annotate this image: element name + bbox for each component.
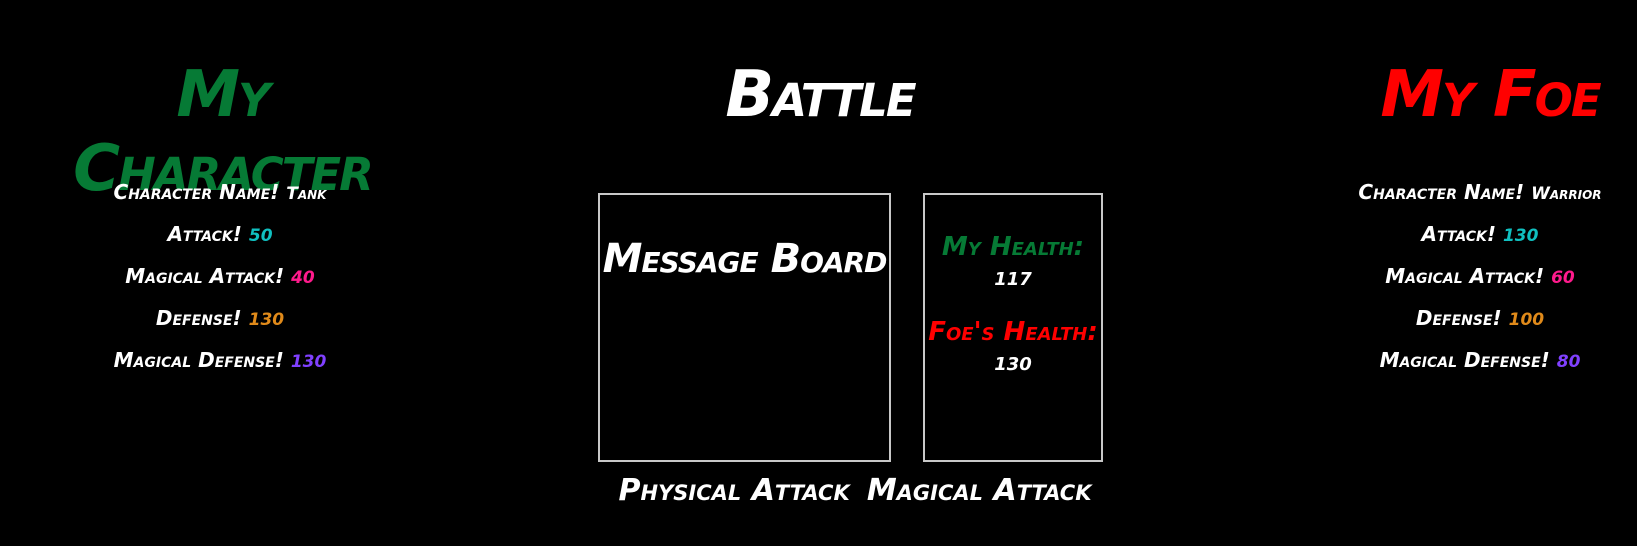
- health-panel: My Health: 117 Foe's Health: 130: [923, 193, 1103, 462]
- stat-magical-attack: Magical Attack! 60: [1260, 256, 1637, 298]
- action-buttons: Physical Attack Magical Attack: [560, 473, 1150, 508]
- stat-character-name: Character Name! Tank: [0, 172, 440, 214]
- my-foe-stats: Character Name! Warrior Attack! 130 Magi…: [1260, 172, 1637, 382]
- stat-value: 40: [291, 268, 315, 288]
- stat-label: Magical Attack!: [1385, 264, 1545, 288]
- stat-magical-defense: Magical Defense! 80: [1260, 340, 1637, 382]
- stat-value: 80: [1556, 352, 1581, 372]
- stat-label: Magical Defense!: [1379, 348, 1550, 372]
- stat-value: 130: [290, 352, 327, 372]
- magical-attack-button[interactable]: Magical Attack: [861, 473, 1098, 508]
- message-board: Message Board: [598, 193, 891, 462]
- stat-value: 100: [1508, 310, 1545, 330]
- stat-value: Tank: [286, 184, 327, 204]
- stat-value: 60: [1551, 268, 1575, 288]
- stat-attack: Attack! 50: [0, 214, 440, 256]
- stat-value: Warrior: [1531, 184, 1602, 204]
- message-board-title: Message Board: [602, 236, 888, 282]
- stat-value: 130: [1502, 226, 1539, 246]
- stat-magical-attack: Magical Attack! 40: [0, 256, 440, 298]
- my-health-value: 117: [994, 269, 1032, 290]
- stat-defense: Defense! 100: [1260, 298, 1637, 340]
- stat-label: Defense!: [1415, 306, 1502, 330]
- stat-label: Attack!: [167, 222, 242, 246]
- physical-attack-button[interactable]: Physical Attack: [613, 473, 856, 508]
- battle-title: Battle: [725, 58, 916, 132]
- my-health-label: My Health:: [941, 232, 1085, 262]
- stat-attack: Attack! 130: [1260, 214, 1637, 256]
- stat-label: Magical Attack!: [125, 264, 285, 288]
- stat-value: 50: [248, 226, 273, 246]
- stat-value: 130: [248, 310, 285, 330]
- stat-label: Attack!: [1421, 222, 1496, 246]
- stat-defense: Defense! 130: [0, 298, 440, 340]
- foe-health-label: Foe's Health:: [928, 317, 1098, 347]
- stat-character-name: Character Name! Warrior: [1260, 172, 1637, 214]
- stat-label: Magical Defense!: [113, 348, 284, 372]
- my-foe-title: My Foe: [1380, 58, 1601, 132]
- stat-label: Character Name!: [113, 180, 280, 204]
- stat-label: Defense!: [155, 306, 242, 330]
- my-character-stats: Character Name! Tank Attack! 50 Magical …: [0, 172, 440, 382]
- stat-magical-defense: Magical Defense! 130: [0, 340, 440, 382]
- foe-health-value: 130: [994, 354, 1032, 375]
- stat-label: Character Name!: [1358, 180, 1525, 204]
